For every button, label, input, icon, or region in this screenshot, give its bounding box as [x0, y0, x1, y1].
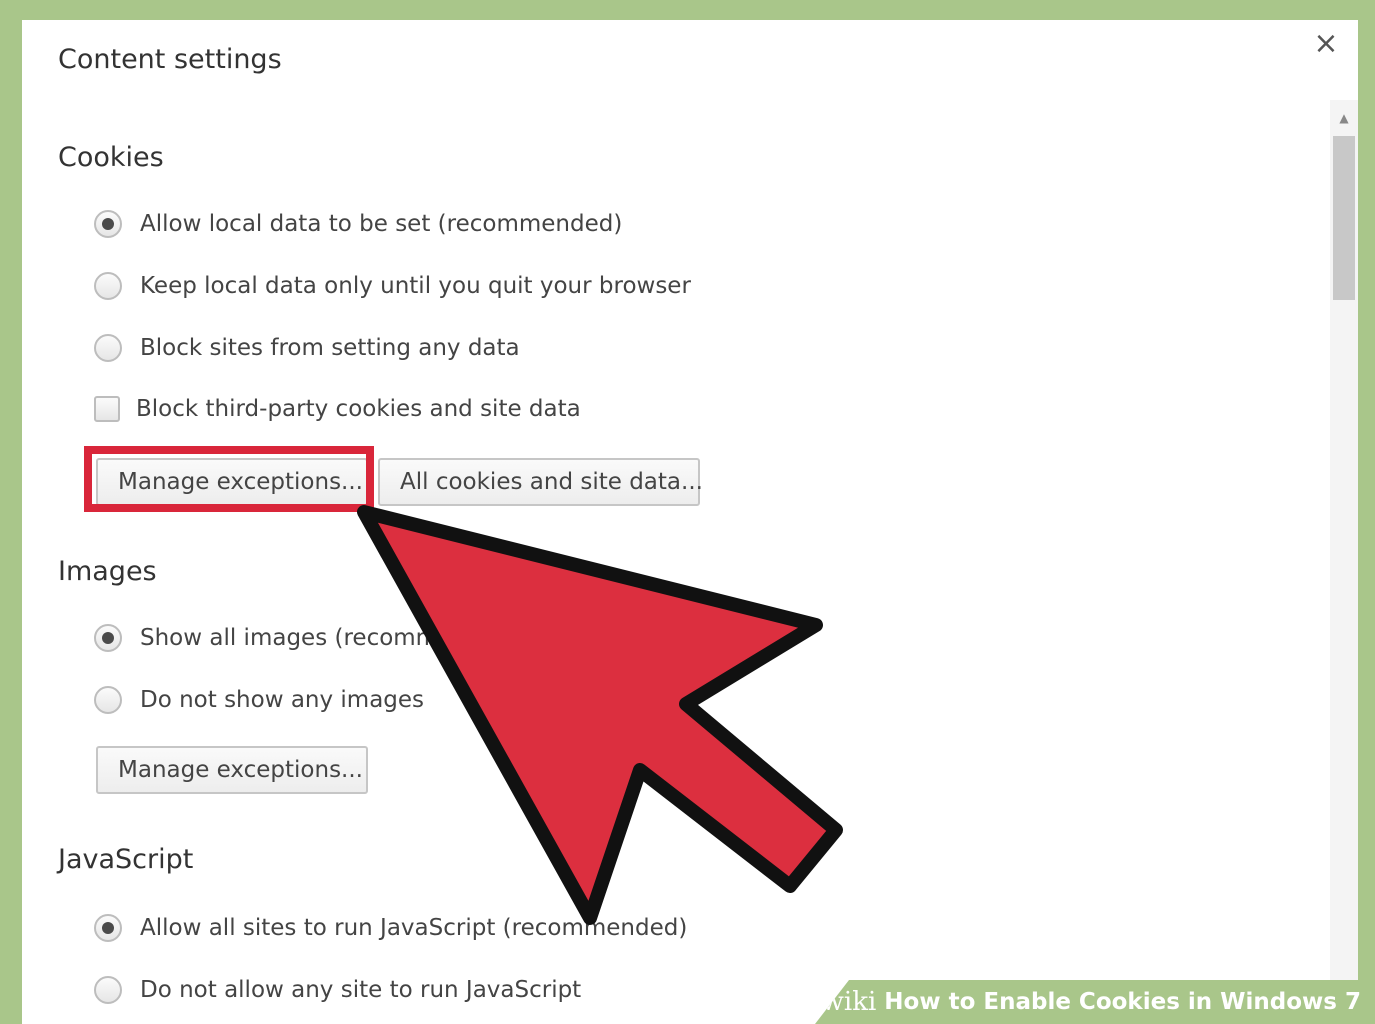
watermark-title: How to Enable Cookies in Windows 7 — [884, 989, 1361, 1015]
all-cookies-and-site-data-button[interactable]: All cookies and site data... — [378, 458, 703, 506]
option-label: Do not allow any site to run JavaScript — [140, 977, 582, 1003]
option-label: Block third-party cookies and site data — [136, 396, 581, 422]
radio-button[interactable] — [94, 272, 122, 300]
scroll-up-arrow-icon[interactable]: ▲ — [1330, 108, 1358, 128]
cookies-block-option[interactable]: Block sites from setting any data — [94, 334, 520, 362]
option-label: Do not show any images — [140, 687, 425, 713]
option-label: Block sites from setting any data — [140, 335, 520, 361]
cookies-keep-until-quit-option[interactable]: Keep local data only until you quit your… — [94, 272, 691, 300]
radio-button-checked[interactable] — [94, 624, 122, 652]
option-label: Allow local data to be set (recommended) — [140, 211, 623, 237]
radio-button-checked[interactable] — [94, 914, 122, 942]
close-icon[interactable]: × — [1308, 26, 1344, 62]
javascript-allow-option[interactable]: Allow all sites to run JavaScript (recom… — [94, 914, 687, 942]
block-third-party-option[interactable]: Block third-party cookies and site data — [94, 396, 581, 422]
option-label: Keep local data only until you quit your… — [140, 273, 691, 299]
radio-button[interactable] — [94, 334, 122, 362]
radio-button-checked[interactable] — [94, 210, 122, 238]
checkbox[interactable] — [94, 396, 120, 422]
scroll-thumb[interactable] — [1333, 136, 1355, 300]
cookies-allow-option[interactable]: Allow local data to be set (recommended) — [94, 210, 622, 238]
scrollbar[interactable]: ▲ — [1330, 100, 1358, 1024]
images-heading: Images — [58, 556, 157, 587]
images-show-all-option[interactable]: Show all images (recommended) — [94, 624, 519, 652]
option-label: Show all images (recommended) — [140, 625, 520, 651]
radio-button[interactable] — [94, 976, 122, 1004]
wikihow-watermark: wiki How to Enable Cookies in Windows 7 — [815, 980, 1375, 1024]
radio-button[interactable] — [94, 686, 122, 714]
cookies-manage-exceptions-button[interactable]: Manage exceptions... — [96, 458, 368, 506]
images-manage-exceptions-button[interactable]: Manage exceptions... — [96, 746, 368, 794]
content-settings-dialog: Content settings × Cookies Allow local d… — [22, 20, 1358, 1024]
cookies-heading: Cookies — [58, 142, 164, 173]
images-do-not-show-option[interactable]: Do not show any images — [94, 686, 424, 714]
option-label: Allow all sites to run JavaScript (recom… — [140, 915, 688, 941]
javascript-heading: JavaScript — [58, 844, 194, 875]
dialog-title: Content settings — [58, 44, 282, 75]
javascript-disallow-option[interactable]: Do not allow any site to run JavaScript — [94, 976, 581, 1004]
